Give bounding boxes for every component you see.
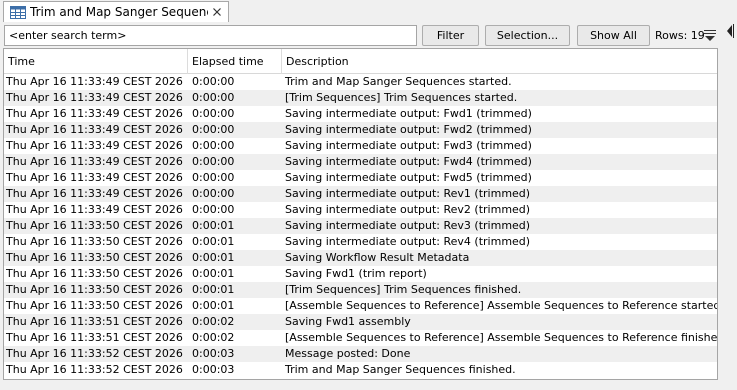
cell-time: Thu Apr 16 11:33:51 CEST 2026 [6,315,183,328]
cell-description: Saving intermediate output: Rev1 (trimme… [285,187,531,200]
table-body: Thu Apr 16 11:33:49 CEST 2026 0:00:00 Trim… [4,74,717,378]
cell-time: Thu Apr 16 11:33:52 CEST 2026 [6,363,183,376]
cell-description: [Trim Sequences] Trim Sequences started. [285,91,518,104]
cell-elapsed-time: 0:00:01 [192,219,235,232]
selection-button[interactable]: Selection... [485,25,570,46]
cell-description: Saving Workflow Result Metadata [285,251,470,264]
cell-description: Saving intermediate output: Fwd2 (trimme… [285,123,532,136]
cell-description: Saving intermediate output: Fwd5 (trimme… [285,171,532,184]
cell-elapsed-time: 0:00:00 [192,123,235,136]
tab-trim-and-map[interactable]: Trim and Map Sanger Sequences... [3,1,229,22]
cell-description: Message posted: Done [285,347,411,360]
table-row[interactable]: Thu Apr 16 11:33:51 CEST 2026 0:00:02 [Ass… [4,330,717,346]
table-row[interactable]: Thu Apr 16 11:33:49 CEST 2026 0:00:00 Savi… [4,122,717,138]
log-view: Trim and Map Sanger Sequences... Filter … [0,0,737,390]
cell-elapsed-time: 0:00:02 [192,331,235,344]
cell-description: Trim and Map Sanger Sequences finished. [285,363,516,376]
cell-time: Thu Apr 16 11:33:49 CEST 2026 [6,107,183,120]
cell-time: Thu Apr 16 11:33:49 CEST 2026 [6,75,183,88]
table-row[interactable]: Thu Apr 16 11:33:49 CEST 2026 0:00:00 Trim… [4,74,717,90]
cell-time: Thu Apr 16 11:33:50 CEST 2026 [6,219,183,232]
table-row[interactable]: Thu Apr 16 11:33:49 CEST 2026 0:00:00 Savi… [4,202,717,218]
cell-description: Saving intermediate output: Fwd4 (trimme… [285,155,532,168]
cell-description: Saving intermediate output: Rev3 (trimme… [285,219,531,232]
table-row[interactable]: Thu Apr 16 11:33:52 CEST 2026 0:00:03 Trim… [4,362,717,378]
cell-description: Trim and Map Sanger Sequences started. [285,75,512,88]
table-icon [10,5,26,19]
rows-count: Rows: 19 [655,29,705,42]
cell-elapsed-time: 0:00:01 [192,235,235,248]
cell-time: Thu Apr 16 11:33:49 CEST 2026 [6,171,183,184]
cell-description: Saving intermediate output: Fwd1 (trimme… [285,107,532,120]
cell-elapsed-time: 0:00:03 [192,347,235,360]
table-row[interactable]: Thu Apr 16 11:33:50 CEST 2026 0:00:01 [Ass… [4,298,717,314]
cell-description: [Assemble Sequences to Reference] Assemb… [285,299,717,312]
close-icon[interactable] [211,6,223,18]
cell-elapsed-time: 0:00:01 [192,283,235,296]
search-input[interactable] [4,25,417,46]
cell-elapsed-time: 0:00:01 [192,267,235,280]
table-row[interactable]: Thu Apr 16 11:33:49 CEST 2026 0:00:00 Savi… [4,170,717,186]
table-row[interactable]: Thu Apr 16 11:33:49 CEST 2026 0:00:00 Savi… [4,154,717,170]
cell-time: Thu Apr 16 11:33:49 CEST 2026 [6,91,183,104]
cell-description: Saving Fwd1 assembly [285,315,411,328]
cell-elapsed-time: 0:00:00 [192,107,235,120]
cell-time: Thu Apr 16 11:33:50 CEST 2026 [6,251,183,264]
cell-elapsed-time: 0:00:00 [192,203,235,216]
cell-elapsed-time: 0:00:00 [192,139,235,152]
table-header: Time Elapsed time Description [4,49,717,74]
log-table: Time Elapsed time Description Thu Apr 16… [3,48,718,380]
cell-elapsed-time: 0:00:00 [192,155,235,168]
cell-elapsed-time: 0:00:00 [192,187,235,200]
cell-description: [Trim Sequences] Trim Sequences finished… [285,283,522,296]
cell-time: Thu Apr 16 11:33:52 CEST 2026 [6,347,183,360]
cell-elapsed-time: 0:00:01 [192,299,235,312]
cell-time: Thu Apr 16 11:33:51 CEST 2026 [6,331,183,344]
cell-time: Thu Apr 16 11:33:50 CEST 2026 [6,267,183,280]
table-row[interactable]: Thu Apr 16 11:33:49 CEST 2026 0:00:00 Savi… [4,186,717,202]
cell-elapsed-time: 0:00:00 [192,91,235,104]
cell-elapsed-time: 0:00:00 [192,75,235,88]
cell-time: Thu Apr 16 11:33:49 CEST 2026 [6,155,183,168]
cell-time: Thu Apr 16 11:33:49 CEST 2026 [6,203,183,216]
cell-time: Thu Apr 16 11:33:50 CEST 2026 [6,299,183,312]
column-header-time[interactable]: Time [4,49,188,74]
cell-time: Thu Apr 16 11:33:49 CEST 2026 [6,123,183,136]
cell-time: Thu Apr 16 11:33:49 CEST 2026 [6,139,183,152]
filter-button[interactable]: Filter [422,25,479,46]
cell-elapsed-time: 0:00:01 [192,251,235,264]
cell-description: [Assemble Sequences to Reference] Assemb… [285,331,717,344]
cell-description: Saving intermediate output: Rev2 (trimme… [285,203,531,216]
cell-elapsed-time: 0:00:02 [192,315,235,328]
tab-title: Trim and Map Sanger Sequences... [30,5,208,19]
column-header-description[interactable]: Description [282,49,717,74]
cell-description: Saving intermediate output: Rev4 (trimme… [285,235,531,248]
cell-time: Thu Apr 16 11:33:50 CEST 2026 [6,283,183,296]
table-row[interactable]: Thu Apr 16 11:33:50 CEST 2026 0:00:01 Savi… [4,218,717,234]
cell-time: Thu Apr 16 11:33:50 CEST 2026 [6,235,183,248]
table-row[interactable]: Thu Apr 16 11:33:50 CEST 2026 0:00:01 [Tri… [4,282,717,298]
table-row[interactable]: Thu Apr 16 11:33:50 CEST 2026 0:00:01 Savi… [4,234,717,250]
column-header-elapsed-time[interactable]: Elapsed time [188,49,282,74]
tab-bar: Trim and Map Sanger Sequences... [0,0,737,22]
collapse-icon[interactable] [726,24,734,38]
cell-time: Thu Apr 16 11:33:49 CEST 2026 [6,187,183,200]
show-all-button[interactable]: Show All [577,25,650,46]
table-row[interactable]: Thu Apr 16 11:33:51 CEST 2026 0:00:02 Savi… [4,314,717,330]
menu-icon[interactable] [703,28,717,42]
table-row[interactable]: Thu Apr 16 11:33:49 CEST 2026 0:00:00 Savi… [4,106,717,122]
cell-description: Saving intermediate output: Fwd3 (trimme… [285,139,532,152]
cell-elapsed-time: 0:00:03 [192,363,235,376]
table-row[interactable]: Thu Apr 16 11:33:49 CEST 2026 0:00:00 Savi… [4,138,717,154]
table-row[interactable]: Thu Apr 16 11:33:50 CEST 2026 0:00:01 Savi… [4,266,717,282]
cell-elapsed-time: 0:00:00 [192,171,235,184]
table-row[interactable]: Thu Apr 16 11:33:50 CEST 2026 0:00:01 Savi… [4,250,717,266]
table-row[interactable]: Thu Apr 16 11:33:49 CEST 2026 0:00:00 [Tri… [4,90,717,106]
table-row[interactable]: Thu Apr 16 11:33:52 CEST 2026 0:00:03 Mess… [4,346,717,362]
cell-description: Saving Fwd1 (trim report) [285,267,427,280]
